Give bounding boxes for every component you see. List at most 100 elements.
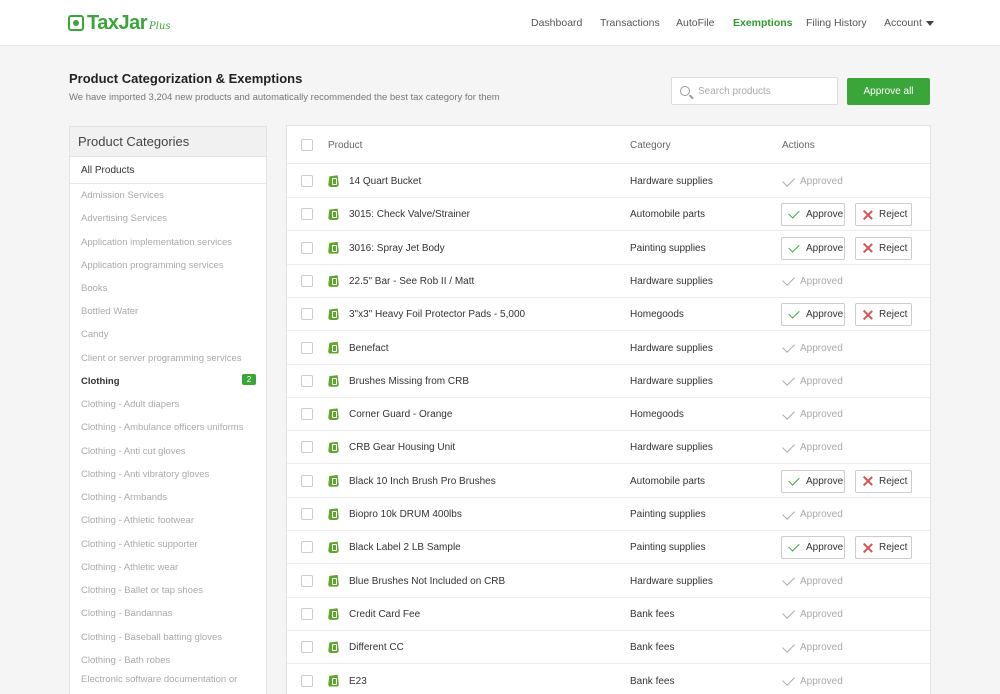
nav-dashboard[interactable]: Dashboard [531,17,582,29]
shopify-bag-icon [328,175,339,187]
product-category[interactable]: Homegoods [630,409,684,420]
category-item[interactable]: Application programming services [81,260,224,271]
approve-all-button[interactable]: Approve all [847,78,930,105]
product-category[interactable]: Automobile parts [630,209,705,220]
approved-label: Approved [800,375,843,387]
product-name: Blue Brushes Not Included on CRB [349,575,506,587]
product-name: Credit Card Fee [349,608,421,620]
category-item[interactable]: Clothing - Bath robes [81,655,170,666]
approved-status: Approved [782,606,843,620]
product-category[interactable]: Bank fees [630,609,674,620]
product-name: Black 10 Inch Brush Pro Brushes [349,475,496,487]
search-box[interactable] [671,77,838,105]
reject-button[interactable]: Reject [855,236,912,260]
check-icon [788,540,800,552]
category-item[interactable]: Candy [81,329,108,340]
category-item[interactable]: Clothing - Athletic wear [81,562,178,573]
nav-exemptions[interactable]: Exemptions [733,17,793,29]
product-category[interactable]: Hardware supplies [630,576,713,587]
product-category[interactable]: Hardware supplies [630,343,713,354]
close-icon [863,310,873,320]
category-item[interactable]: Clothing - Anti cut gloves [81,446,186,457]
product-category[interactable]: Painting supplies [630,243,706,254]
approve-button[interactable]: Approve [781,236,845,260]
approved-label: Approved [800,275,843,287]
row-checkbox[interactable] [301,175,313,187]
category-item[interactable]: Bottled Water [81,306,138,317]
category-all-products[interactable]: All Products [70,157,266,184]
row-checkbox[interactable] [301,374,313,387]
row-checkbox[interactable] [301,574,313,587]
row-checkbox[interactable] [301,308,313,321]
categories-heading: Product Categories [70,127,266,157]
category-item[interactable]: Books [81,283,107,294]
category-item[interactable]: Clothing - Bandannas [81,608,172,619]
approved-label: Approved [800,442,843,454]
reject-button[interactable]: Reject [855,469,912,493]
category-item[interactable]: Application implementation services [81,237,232,248]
row-checkbox[interactable] [301,208,313,221]
approve-button[interactable]: Approve [781,469,845,493]
approve-button-label: Approve [806,242,844,254]
product-category[interactable]: Painting supplies [630,542,706,553]
select-all-checkbox[interactable] [301,139,313,151]
category-item[interactable]: Clothing - Adult diapers [81,399,179,410]
reject-button[interactable]: Reject [855,303,912,327]
row-checkbox[interactable] [301,508,313,520]
approve-button[interactable]: Approve [781,303,845,327]
product-name: Different CC [349,642,404,654]
shopify-bag-icon [328,508,339,520]
search-input[interactable] [698,85,828,97]
approved-status: Approved [782,340,843,354]
row-checkbox[interactable] [301,674,313,687]
categories-panel: Product Categories All Products Admissio… [69,126,267,694]
nav-account[interactable]: Account [884,17,934,29]
reject-button-label: Reject [879,209,908,221]
category-item[interactable]: Electronic software documentation or [81,674,237,685]
taxjar-logo[interactable]: TaxJar Plus [68,12,171,34]
category-item[interactable]: Clothing - Anti vibratory gloves [81,469,209,480]
reject-button[interactable]: Reject [855,203,912,227]
row-checkbox[interactable] [301,541,313,554]
category-item[interactable]: Clothing - Ambulance officers uniforms [81,422,243,433]
row-checkbox[interactable] [301,408,313,421]
row-checkbox[interactable] [301,641,313,654]
product-category[interactable]: Bank fees [630,642,674,653]
product-category[interactable]: Automobile parts [630,476,705,487]
product-category[interactable]: Homegoods [630,309,684,320]
category-item[interactable]: Clothing - Baseball batting gloves [81,632,222,643]
row-checkbox[interactable] [301,274,313,287]
product-name: 22.5" Bar - See Rob II / Matt [349,275,475,287]
product-category[interactable]: Hardware supplies [630,376,713,387]
reject-button[interactable]: Reject [855,536,912,560]
row-checkbox[interactable] [301,441,313,454]
row-checkbox[interactable] [301,241,313,254]
table-row: Brushes Missing from CRB Hardware supplie… [287,365,930,398]
product-category[interactable]: Hardware supplies [630,176,713,187]
nav-transactions[interactable]: Transactions [600,17,660,29]
category-item[interactable]: Clothing - Athletic footwear [81,515,194,526]
row-checkbox[interactable] [301,341,313,354]
category-item[interactable]: Clothing - Athletic supporter [81,539,198,550]
row-checkbox[interactable] [301,607,313,620]
row-checkbox[interactable] [301,474,313,487]
nav-autofile[interactable]: AutoFile [676,17,715,29]
reject-button-label: Reject [879,542,908,554]
shopify-bag-icon [328,674,339,687]
nav-filing-history[interactable]: Filing History [806,17,867,29]
approve-button[interactable]: Approve [781,536,845,560]
product-name: 3"x3" Heavy Foil Protector Pads - 5,000 [349,309,526,321]
check-icon [782,639,795,653]
approved-label: Approved [800,176,843,187]
approve-button[interactable]: Approve [781,203,845,227]
category-item[interactable]: Clothing - Ballet or tap shoes [81,585,203,596]
product-category[interactable]: Hardware supplies [630,442,713,453]
category-item[interactable]: Client or server programming services [81,353,242,364]
category-item[interactable]: Clothing - Armbands [81,492,167,503]
product-category[interactable]: Painting supplies [630,509,706,520]
product-category[interactable]: Bank fees [630,676,674,687]
product-category[interactable]: Hardware supplies [630,276,713,287]
category-item-clothing[interactable]: Clothing [81,376,120,387]
category-item[interactable]: Advertising Services [81,213,167,224]
category-item[interactable]: Admission Services [81,190,164,201]
